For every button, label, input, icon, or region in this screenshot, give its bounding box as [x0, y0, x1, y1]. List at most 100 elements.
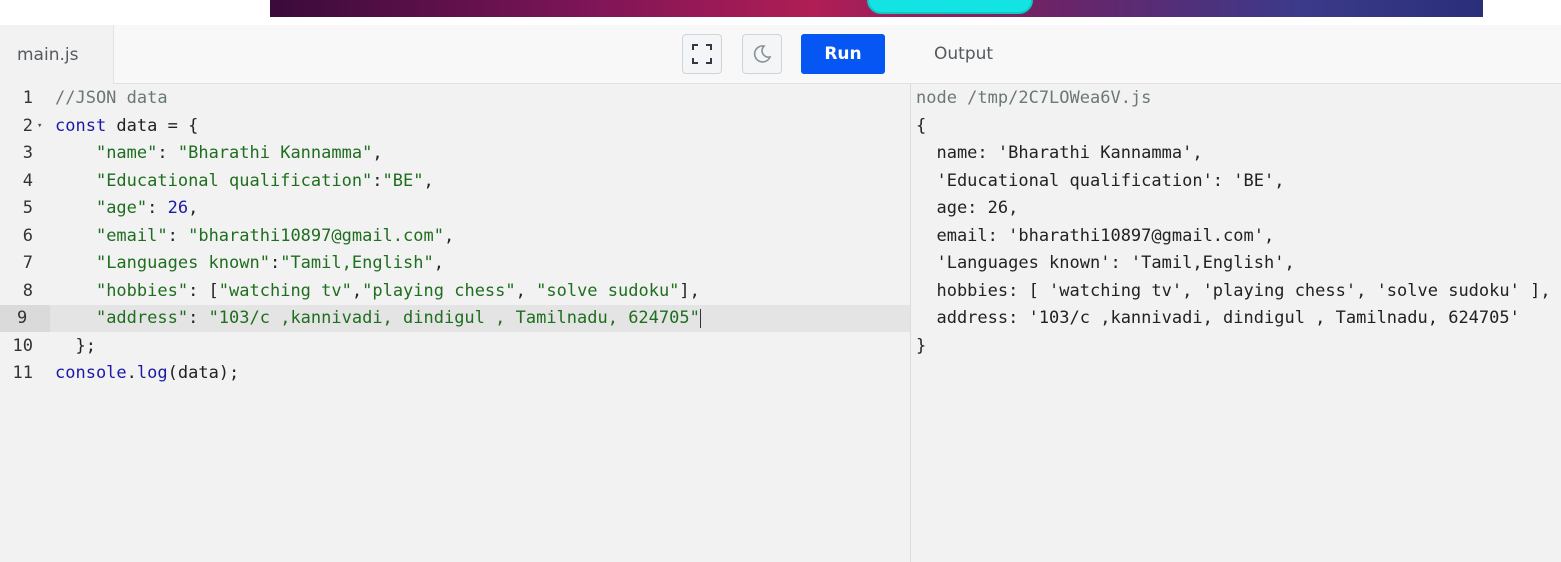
line-number: 4 — [22, 170, 33, 191]
code-token: "bharathi10897@gmail.com" — [188, 225, 444, 246]
line-number: 8 — [22, 280, 33, 301]
code-token: . — [126, 363, 137, 383]
code-token: "name" — [95, 143, 158, 163]
fullscreen-button[interactable] — [682, 34, 722, 74]
theme-toggle-button[interactable] — [742, 34, 782, 74]
code-token: : — [188, 308, 209, 328]
code-line[interactable]: 5 "age": 26, — [0, 195, 910, 222]
line-number: 3 — [22, 143, 33, 163]
line-number: 9 — [0, 305, 50, 332]
code-token: "playing chess" — [362, 280, 516, 301]
file-tab-main-js[interactable]: main.js — [0, 25, 114, 84]
code-line[interactable]: 1 //JSON data — [0, 85, 910, 112]
code-token: "Educational qualification" — [95, 170, 373, 191]
line-number: 10 — [12, 335, 33, 356]
code-token: "watching tv" — [218, 280, 352, 301]
output-command: node /tmp/2C7LOWea6V.js — [916, 88, 1152, 108]
editor-pane: main.js Run 1 //JSON data 2 ▾ const data = {… — [0, 25, 911, 562]
code-token: , — [515, 280, 537, 301]
code-token: , — [443, 225, 455, 246]
code-token: "Tamil,English" — [280, 253, 434, 273]
code-editor[interactable]: 1//JSON data 2 ▾ const data = {3 "name": "B… — [0, 85, 910, 562]
code-token: "Bharathi Kannamma" — [177, 143, 373, 163]
code-token: "solve sudoku" — [536, 280, 680, 301]
line-number: 7 — [22, 253, 33, 273]
code-text: "age": 26, — [55, 195, 198, 222]
moon-icon — [753, 45, 772, 63]
code-line[interactable]: 2 ▾ const data = { — [0, 113, 910, 140]
output-line: age: 26, — [916, 198, 1019, 218]
output-pane: Output node /tmp/2C7LOWea6V.js { name: '… — [911, 25, 1561, 562]
code-token: : [ — [188, 280, 219, 301]
code-line[interactable]: 4 "Educational qualification":"BE", — [0, 168, 910, 195]
code-line[interactable]: 6 "email": "bharathi10897@gmail.com", — [0, 223, 910, 250]
promo-banner[interactable] — [270, 0, 1483, 17]
code-token: : — [157, 143, 178, 163]
code-text: "name": "Bharathi Kannamma", — [55, 140, 383, 167]
code-token: "BE" — [382, 170, 424, 191]
code-text: "Languages known":"Tamil,English", — [55, 250, 444, 277]
code-token: , — [351, 280, 363, 301]
output-line: 'Languages known': 'Tamil,English', — [916, 253, 1295, 273]
code-text: }; — [55, 333, 96, 360]
banner-register-button[interactable] — [867, 0, 1033, 14]
code-line[interactable]: 11 console.log(data); — [0, 360, 910, 387]
code-token: "address" — [95, 308, 189, 328]
output-line: } — [916, 335, 927, 356]
code-token: , — [423, 170, 434, 191]
code-token: console — [55, 363, 127, 383]
code-text: console.log(data); — [55, 360, 239, 387]
code-text: "address": "103/c ,kannivadi, dindigul ,… — [55, 305, 701, 332]
code-line[interactable]: 8 "hobbies": ["watching tv","playing che… — [0, 278, 910, 305]
code-token: //JSON data — [55, 88, 168, 108]
code-token: "103/c ,kannivadi, dindigul , Tamilnadu,… — [208, 308, 700, 328]
line-number: 11 — [12, 363, 33, 383]
code-text: //JSON data — [55, 85, 168, 112]
output-header: Output — [911, 25, 1561, 84]
run-button[interactable]: Run — [801, 34, 885, 74]
code-line[interactable]: 3 "name": "Bharathi Kannamma", — [0, 140, 910, 167]
code-text: "Educational qualification":"BE", — [55, 168, 434, 195]
text-cursor — [699, 308, 701, 328]
code-token: }; — [55, 335, 96, 356]
output-console[interactable]: node /tmp/2C7LOWea6V.js { name: 'Bharath… — [916, 85, 1561, 562]
code-line[interactable]: 9 "address": "103/c ,kannivadi, dindigul… — [0, 305, 910, 332]
code-token: ], — [679, 280, 700, 301]
output-line: { — [916, 115, 927, 136]
editor-header: main.js Run — [0, 25, 911, 84]
code-token: : — [167, 225, 189, 246]
code-token: "age" — [95, 198, 148, 218]
fullscreen-icon — [692, 44, 712, 64]
code-token: "email" — [95, 225, 168, 246]
fold-arrow-icon[interactable]: ▾ — [37, 113, 42, 140]
code-token: , — [433, 253, 444, 273]
code-token: 26 — [167, 198, 189, 218]
code-token: , — [372, 143, 383, 163]
line-number: 2 — [22, 115, 33, 136]
code-token: "Languages known" — [95, 253, 270, 273]
code-token: : — [147, 198, 168, 218]
code-token: : — [269, 253, 281, 273]
code-token: const — [55, 115, 107, 136]
output-line: hobbies: [ 'watching tv', 'playing chess… — [916, 280, 1551, 301]
code-line[interactable]: 10 }; — [0, 333, 910, 360]
line-number: 5 — [22, 198, 33, 218]
code-text: "email": "bharathi10897@gmail.com", — [55, 223, 454, 250]
code-text: const data = { — [55, 113, 198, 140]
line-number: 6 — [22, 225, 33, 246]
code-line[interactable]: 7 "Languages known":"Tamil,English", — [0, 250, 910, 277]
code-token: log — [136, 363, 168, 383]
output-line: address: '103/c ,kannivadi, dindigul , T… — [916, 308, 1520, 328]
output-title: Output — [934, 44, 994, 64]
code-token: data = { — [106, 115, 199, 136]
output-line: email: 'bharathi10897@gmail.com', — [916, 225, 1275, 246]
code-token: (data); — [167, 363, 240, 383]
output-line: 'Educational qualification': 'BE', — [916, 170, 1285, 191]
